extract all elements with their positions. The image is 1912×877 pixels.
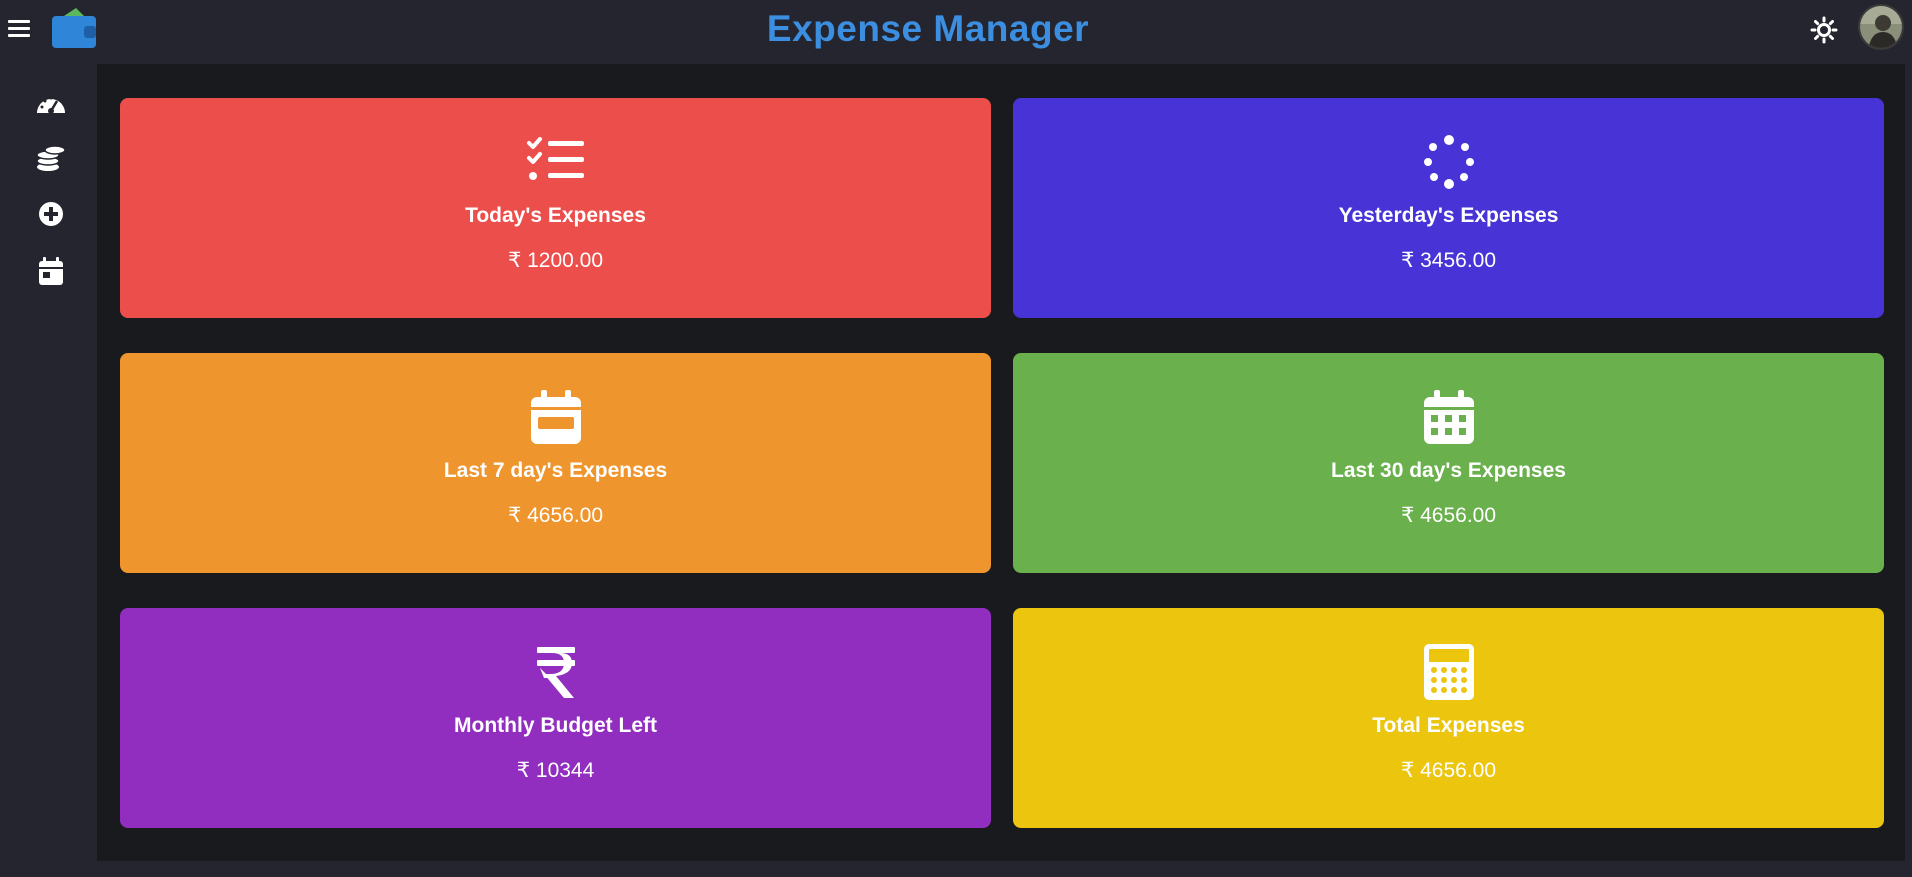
card-monthly-budget-left[interactable]: Monthly Budget Left ₹ 10344 [120, 608, 991, 828]
calendar-month-icon [1419, 389, 1479, 445]
card-value: ₹ 4656.00 [1400, 759, 1497, 782]
coins-icon[interactable] [34, 141, 68, 175]
card-value: ₹ 3456.00 [1400, 249, 1497, 272]
sun-icon[interactable] [1810, 16, 1838, 44]
card-label: Total Expenses [1372, 714, 1525, 737]
app-title: Expense Manager [766, 8, 1090, 49]
user-avatar[interactable] [1858, 4, 1904, 50]
calendar-week-icon [526, 389, 586, 445]
card-value: ₹ 1200.00 [507, 249, 604, 272]
card-total-expenses[interactable]: Total Expenses ₹ 4656.00 [1013, 608, 1884, 828]
card-label: Yesterday's Expenses [1338, 204, 1559, 227]
card-value: ₹ 10344 [516, 759, 595, 782]
add-circle-icon[interactable] [34, 197, 68, 231]
card-label: Today's Expenses [465, 204, 646, 227]
sidebar [0, 64, 97, 877]
top-navbar: Expense Manager [0, 0, 1912, 64]
card-label: Monthly Budget Left [454, 714, 657, 737]
spinner-icon [1419, 134, 1479, 190]
list-check-icon [526, 134, 586, 190]
dashboard-main: Today's Expenses ₹ 1200.00 Yesterday's E… [97, 64, 1905, 861]
card-last-30-days-expenses[interactable]: Last 30 day's Expenses ₹ 4656.00 [1013, 353, 1884, 573]
dashboard-gauge-icon[interactable] [34, 86, 68, 120]
calculator-icon [1419, 644, 1479, 700]
card-value: ₹ 4656.00 [1400, 504, 1497, 527]
card-yesterday-expenses[interactable]: Yesterday's Expenses ₹ 3456.00 [1013, 98, 1884, 318]
calendar-day-icon[interactable] [34, 254, 68, 288]
card-last-7-days-expenses[interactable]: Last 7 day's Expenses ₹ 4656.00 [120, 353, 991, 573]
card-label: Last 30 day's Expenses [1331, 459, 1566, 482]
rupee-icon [526, 644, 586, 700]
card-today-expenses[interactable]: Today's Expenses ₹ 1200.00 [120, 98, 991, 318]
card-label: Last 7 day's Expenses [443, 459, 668, 482]
card-value: ₹ 4656.00 [507, 504, 604, 527]
